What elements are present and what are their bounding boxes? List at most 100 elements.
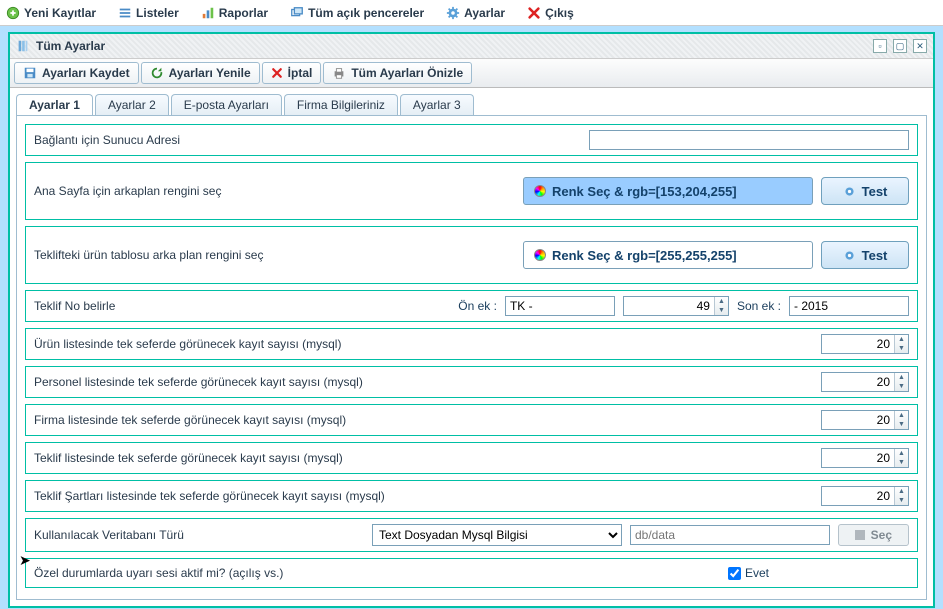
list-icon [118,6,132,20]
menu-new-records[interactable]: Yeni Kayıtlar [6,6,96,20]
offer-counter-spinner[interactable]: ▲▼ [623,296,729,316]
window-titlebar: Tüm Ayarlar ▫ ▢ ✕ [10,34,933,59]
teklif-list-label: Teklif listesinde tek seferde görünecek … [34,451,343,465]
save-settings-button[interactable]: Ayarları Kaydet [14,62,139,84]
offer-no-label: Teklif No belirle [34,299,115,313]
color-swatch-icon [534,185,546,197]
spinner-up-icon[interactable]: ▲ [895,335,908,344]
menu-reports[interactable]: Raporlar [201,6,268,20]
preview-settings-button[interactable]: Tüm Ayarları Önizle [323,62,472,84]
urun-list-spinner[interactable]: ▲▼ [821,334,909,354]
tab-eposta[interactable]: E-posta Ayarları [171,94,282,115]
alert-sound-check-label: Evet [745,566,769,580]
alert-sound-label: Özel durumlarda uyarı sesi aktif mi? (aç… [34,566,283,580]
row-alert-sound: Özel durumlarda uyarı sesi aktif mi? (aç… [25,558,918,588]
settings-toolbar: Ayarları Kaydet Ayarları Yenile İptal Tü… [10,59,933,88]
homepage-bg-label: Ana Sayfa için arkaplan rengini seç [34,184,221,198]
window-title: Tüm Ayarlar [36,39,105,53]
spinner-up-icon[interactable]: ▲ [895,449,908,458]
row-personel-list: Personel listesinde tek seferde görünece… [25,366,918,398]
square-icon [855,530,865,540]
db-type-label: Kullanılacak Veritabanı Türü [34,528,364,542]
server-address-label: Bağlantı için Sunucu Adresi [34,133,180,147]
menu-lists[interactable]: Listeler [118,6,179,20]
spinner-up-icon[interactable]: ▲ [895,373,908,382]
offer-counter-input[interactable] [624,297,714,315]
settings-window: Tüm Ayarlar ▫ ▢ ✕ Ayarları Kaydet Ayarla… [8,32,935,608]
spinner-down-icon[interactable]: ▼ [715,306,728,315]
personel-list-spinner[interactable]: ▲▼ [821,372,909,392]
teklif-sart-label: Teklif Şartları listesinde tek seferde g… [34,489,385,503]
db-type-select[interactable]: Text Dosyadan Mysql Bilgisi [372,524,622,546]
settings-tab-content: Bağlantı için Sunucu Adresi Ana Sayfa iç… [16,115,927,600]
row-urun-list: Ürün listesinde tek seferde görünecek ka… [25,328,918,360]
color-swatch-icon [534,249,546,261]
spinner-down-icon[interactable]: ▼ [895,420,908,429]
server-address-input[interactable] [589,130,909,150]
row-offer-bg: Teklifteki ürün tablosu arka plan rengin… [25,226,918,284]
teklif-sart-input[interactable] [822,487,894,505]
db-select-label: Seç [871,528,892,542]
windows-icon [290,6,304,20]
offer-bg-label: Teklifteki ürün tablosu arka plan rengin… [34,248,263,262]
gear-icon [446,6,460,20]
suffix-label: Son ek : [737,299,781,313]
menu-label: Çıkış [545,6,574,20]
menu-open-windows[interactable]: Tüm açık pencereler [290,6,424,20]
menu-label: Tüm açık pencereler [308,6,424,20]
bar-chart-icon [201,6,215,20]
homepage-bg-test-button[interactable]: Test [821,177,909,205]
spinner-down-icon[interactable]: ▼ [895,382,908,391]
alert-sound-check-wrap[interactable]: Evet [728,566,769,580]
suffix-input[interactable] [789,296,909,316]
cancel-button[interactable]: İptal [262,62,322,84]
tab-firma[interactable]: Firma Bilgileriniz [284,94,398,115]
spinner-up-icon[interactable]: ▲ [895,487,908,496]
firma-list-label: Firma listesinde tek seferde görünecek k… [34,413,346,427]
window-minimize-icon[interactable]: ▫ [873,39,887,53]
offer-bg-color-button[interactable]: Renk Seç & rgb=[255,255,255] [523,241,813,269]
settings-tabstrip: Ayarlar 1 Ayarlar 2 E-posta Ayarları Fir… [10,88,933,115]
menu-label: Raporlar [219,6,268,20]
firma-list-spinner[interactable]: ▲▼ [821,410,909,430]
window-close-icon[interactable]: ✕ [913,39,927,53]
prefix-input[interactable] [505,296,615,316]
db-select-button: Seç [838,524,909,546]
teklif-list-spinner[interactable]: ▲▼ [821,448,909,468]
prefix-label: Ön ek : [458,299,497,313]
tab-ayarlar-2[interactable]: Ayarlar 2 [95,94,169,115]
offer-bg-color-text: Renk Seç & rgb=[255,255,255] [552,248,737,263]
cancel-label: İptal [288,66,313,80]
test-label: Test [862,184,888,199]
refresh-settings-button[interactable]: Ayarları Yenile [141,62,260,84]
row-offer-no: Teklif No belirle Ön ek : ▲▼ Son ek : [25,290,918,322]
save-settings-label: Ayarları Kaydet [42,66,130,80]
alert-sound-checkbox[interactable] [728,567,741,580]
offer-bg-test-button[interactable]: Test [821,241,909,269]
homepage-bg-color-button[interactable]: Renk Seç & rgb=[153,204,255] [523,177,813,205]
tab-ayarlar-3[interactable]: Ayarlar 3 [400,94,474,115]
row-server-address: Bağlantı için Sunucu Adresi [25,124,918,156]
spinner-down-icon[interactable]: ▼ [895,458,908,467]
refresh-settings-label: Ayarları Yenile [169,66,251,80]
test-label: Test [862,248,888,263]
spinner-up-icon[interactable]: ▲ [895,411,908,420]
teklif-list-input[interactable] [822,449,894,467]
gear-icon [843,249,856,262]
save-icon [23,66,37,80]
spinner-down-icon[interactable]: ▼ [895,496,908,505]
spinner-up-icon[interactable]: ▲ [715,297,728,306]
teklif-sart-spinner[interactable]: ▲▼ [821,486,909,506]
firma-list-input[interactable] [822,411,894,429]
urun-list-input[interactable] [822,335,894,353]
menu-settings[interactable]: Ayarlar [446,6,505,20]
db-path-input[interactable] [630,525,830,545]
window-maximize-icon[interactable]: ▢ [893,39,907,53]
menu-exit[interactable]: Çıkış [527,6,574,20]
print-preview-icon [332,66,346,80]
personel-list-input[interactable] [822,373,894,391]
tab-ayarlar-1[interactable]: Ayarlar 1 [16,94,93,115]
row-teklif-list: Teklif listesinde tek seferde görünecek … [25,442,918,474]
preview-settings-label: Tüm Ayarları Önizle [351,66,463,80]
spinner-down-icon[interactable]: ▼ [895,344,908,353]
